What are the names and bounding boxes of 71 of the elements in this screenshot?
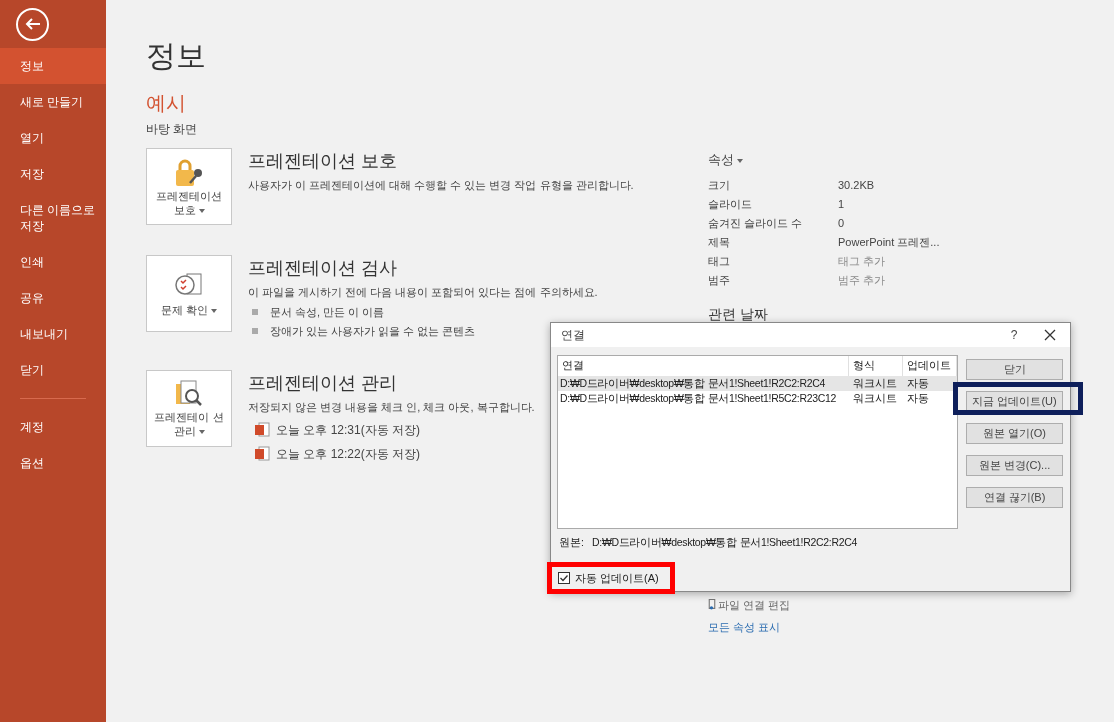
sidebar-item[interactable]: 닫기: [0, 352, 106, 388]
back-button[interactable]: [16, 7, 49, 41]
caret-icon: [737, 158, 743, 163]
caret-icon: [198, 208, 205, 213]
section-title: 프레젠테이션 관리: [248, 371, 398, 395]
section-description: 이 파일을 게시하기 전에 다음 내용이 포함되어 있다는 점에 주의하세요.: [248, 285, 598, 300]
table-cell-text: D:₩D드라이버₩desktop₩통합 문서1!Sheet1!R5C2:R23C12: [559, 390, 838, 406]
sidebar-item[interactable]: 정보: [0, 48, 106, 84]
bullet-icon: [252, 328, 258, 335]
section-button[interactable]: 프레젠테이 션 관리: [146, 369, 232, 447]
property-label: 슬라이드: [708, 196, 753, 212]
link-icon: [708, 599, 716, 611]
dialog-button[interactable]: 원본 변경(C)...: [966, 455, 1063, 476]
related-dates-heading: 관련 날짜: [708, 304, 769, 324]
source-label: 원본:: [559, 535, 585, 551]
bullet-text: 문서 속성, 만든 이 이름: [270, 304, 385, 320]
dialog-title: 연결: [561, 327, 586, 345]
dialog-button[interactable]: 연결 끊기(B): [966, 487, 1063, 508]
caret-icon: [211, 308, 218, 313]
property-label: 태그: [708, 253, 731, 269]
section-button[interactable]: 문제 확인: [146, 255, 232, 332]
link[interactable]: 파일 연결 편집: [708, 596, 968, 613]
section-description: 사용자가 이 프레젠테이션에 대해 수행할 수 있는 변경 작업 유형을 관리합니다.: [248, 178, 634, 193]
sidebar-item[interactable]: 열기: [0, 120, 106, 156]
page-title: 정보: [146, 38, 207, 74]
caret-icon: [198, 430, 205, 435]
property-label: 숨겨진 슬라이드 수: [708, 215, 804, 231]
version-link[interactable]: 오늘 오후 12:31(자동 저장): [254, 421, 535, 439]
link[interactable]: 모든 속성 표시: [708, 619, 968, 636]
sidebar-item[interactable]: 공유: [0, 280, 106, 316]
dialog-button[interactable]: 지금 업데이트(U): [966, 391, 1063, 412]
property-value: 1: [838, 196, 845, 212]
table-cell-text: 자동: [906, 390, 929, 406]
back-arrow-icon: [24, 16, 41, 32]
bullet-icon: [252, 308, 258, 315]
property-value: PowerPoint 프레젠...: [838, 234, 940, 250]
section-title: 프레젠테이션 검사: [248, 257, 398, 280]
sidebar-item[interactable]: 인쇄: [0, 244, 106, 280]
sidebar-item[interactable]: 저장: [0, 156, 106, 192]
file-location: 바탕 화면: [146, 121, 199, 138]
property-value: 30.2KB: [838, 177, 875, 193]
link-row[interactable]: D:₩D드라이버₩desktop₩통합 문서1!Sheet1!R2C2:R2C4 워크시트 자동: [558, 376, 957, 392]
table-cell-text: 워크시트: [852, 375, 898, 391]
properties-heading[interactable]: 속성: [708, 150, 968, 170]
bullet-text: 장애가 있는 사용자가 읽을 수 없는 콘텐츠: [270, 324, 476, 339]
table-cell-text: 자동: [906, 375, 929, 391]
sidebar-item[interactable]: 내보내기: [0, 316, 106, 352]
powerpoint-file-icon: [254, 422, 270, 438]
powerpoint-file-icon: [254, 446, 270, 462]
dialog-button[interactable]: 원본 열기(O): [966, 423, 1063, 444]
close-icon: [1044, 329, 1056, 342]
help-button[interactable]: ?: [1002, 326, 1026, 345]
dialog-button[interactable]: 닫기: [966, 359, 1063, 380]
file-name: 예시: [146, 91, 187, 116]
sidebar-item[interactable]: 새로 만들기: [0, 84, 106, 120]
section-button[interactable]: 프레젠테이션 보호: [146, 148, 232, 225]
sidebar-item[interactable]: 옵션: [0, 445, 106, 481]
section-description: 저장되지 않은 변경 내용을 체크 인, 체크 아웃, 복구합니다.: [248, 399, 535, 415]
version-link[interactable]: 오늘 오후 12:22(자동 저장): [254, 445, 535, 463]
link-row[interactable]: D:₩D드라이버₩desktop₩통합 문서1!Sheet1!R5C2:R23C12 워크시트 자동: [558, 391, 957, 407]
property-label: 크기: [708, 177, 731, 193]
table-cell-text: D:₩D드라이버₩desktop₩통합 문서1!Sheet1!R2C2:R2C4: [559, 375, 827, 391]
section-title: 프레젠테이션 보호: [248, 150, 398, 173]
property-value: 0: [838, 215, 845, 231]
sidebar-item[interactable]: 계정: [0, 409, 106, 445]
sidebar-item[interactable]: 다른 이름으로 저장: [0, 192, 106, 244]
auto-update-checkbox[interactable]: 자동 업데이트(A): [547, 565, 677, 591]
property-label: 범주: [708, 272, 731, 288]
table-cell-text: 워크시트: [852, 390, 898, 406]
property-label: 제목: [708, 234, 731, 250]
source-value: D:₩D드라이버₩desktop₩통합 문서1!Sheet1!R2C2:R2C4: [592, 535, 858, 551]
